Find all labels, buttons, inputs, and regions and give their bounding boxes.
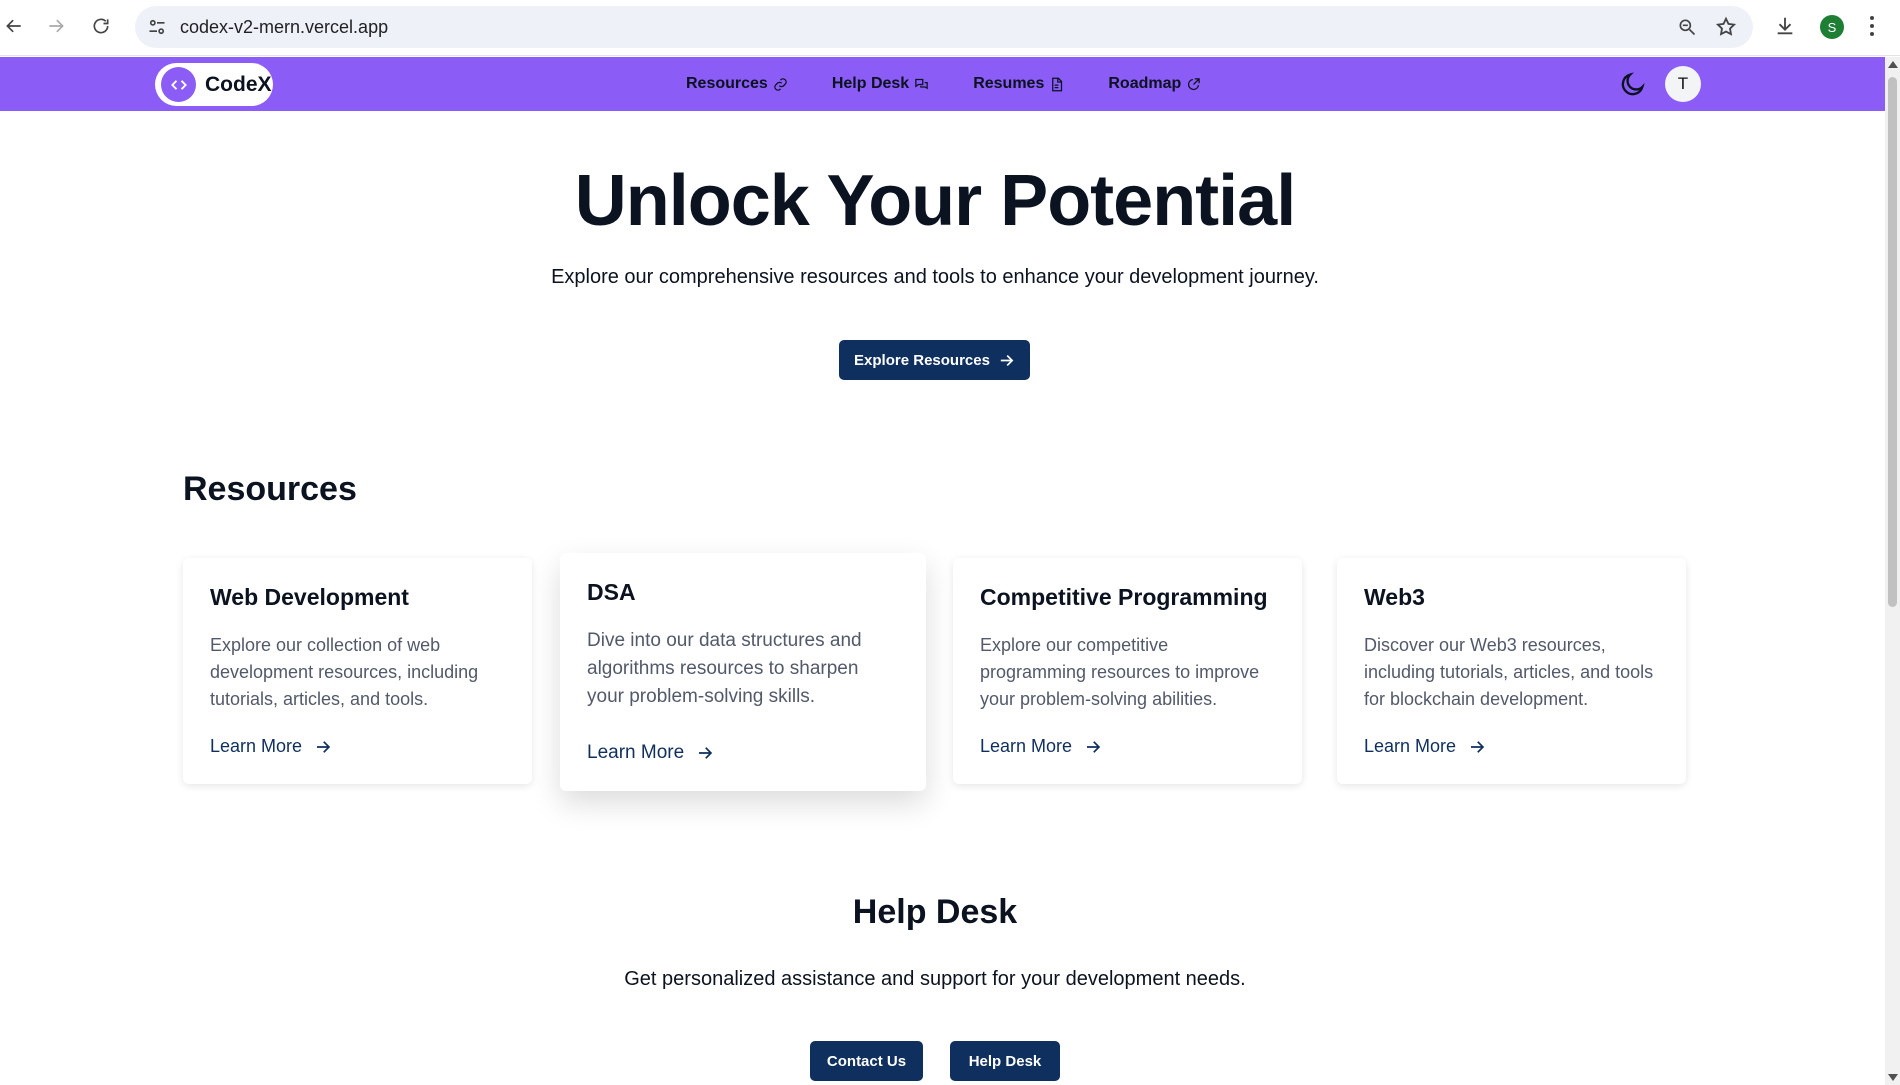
link-label: Learn More <box>210 736 303 756</box>
resource-card-web-development[interactable]: Web Development Explore our collection o… <box>183 558 532 784</box>
button-label: Explore Resources <box>854 351 990 369</box>
arrow-right-icon <box>699 747 713 759</box>
card-title: Web3 <box>1364 584 1425 610</box>
external-link-icon <box>1188 77 1201 90</box>
hero-title: Unlock Your Potential <box>574 161 1296 241</box>
resource-card-web3[interactable]: Web3 Discover our Web3 resources, includ… <box>1337 558 1686 784</box>
learn-more-link[interactable]: Learn More <box>587 742 714 764</box>
nav-link-label: Resumes <box>973 75 1045 92</box>
code-brackets-icon <box>161 67 196 102</box>
hero-subtitle: Explore our comprehensive resources and … <box>551 266 1319 288</box>
brand-name: CodeX <box>205 72 272 96</box>
moon-icon[interactable] <box>1619 70 1647 98</box>
nav-link-roadmap[interactable]: Roadmap <box>1108 75 1201 93</box>
nav-link-label: Resources <box>686 75 768 92</box>
nav-links: Resources Help Desk Resumes Roadmap <box>686 57 1201 111</box>
help-desk-heading: Help Desk <box>852 893 1018 931</box>
link-label: Learn More <box>1364 736 1457 756</box>
link-label: Learn More <box>980 736 1073 756</box>
zoom-icon[interactable] <box>1677 17 1697 37</box>
scrollbar-thumb[interactable] <box>1888 77 1897 607</box>
card-title: DSA <box>587 579 636 605</box>
link-icon <box>774 77 787 91</box>
card-description: Explore our competitive programming reso… <box>980 635 1260 709</box>
resource-card-competitive-programming[interactable]: Competitive Programming Explore our comp… <box>953 558 1302 784</box>
arrow-right-icon <box>1000 354 1014 366</box>
document-icon <box>1052 77 1063 91</box>
learn-more-link[interactable]: Learn More <box>980 736 1102 757</box>
nav-link-label: Help Desk <box>831 75 910 92</box>
browser-toolbar: codex-v2-mern.vercel.app S <box>0 0 1900 56</box>
back-arrow-icon[interactable] <box>0 12 28 40</box>
scroll-down-arrow-icon[interactable] <box>1888 1074 1898 1081</box>
learn-more-link[interactable]: Learn More <box>1364 736 1486 757</box>
profile-avatar[interactable]: S <box>1820 15 1844 39</box>
download-icon[interactable] <box>1774 15 1796 37</box>
arrow-right-icon <box>1471 740 1485 753</box>
resource-card-dsa[interactable]: DSA Dive into our data structures and al… <box>560 553 926 791</box>
bookmark-star-icon[interactable] <box>1715 16 1737 38</box>
page-scrollbar[interactable] <box>1885 57 1900 1085</box>
reload-icon[interactable] <box>87 12 115 40</box>
help-desk-button[interactable]: Help Desk <box>950 1041 1060 1081</box>
forward-arrow-icon[interactable] <box>42 12 70 40</box>
nav-link-label: Roadmap <box>1108 75 1182 92</box>
nav-link-resources[interactable]: Resources <box>686 75 788 93</box>
card-title: Competitive Programming <box>980 584 1268 610</box>
user-avatar[interactable]: T <box>1665 66 1701 102</box>
site-info-icon[interactable] <box>147 17 167 37</box>
arrow-right-icon <box>317 740 331 753</box>
link-label: Learn More <box>587 742 685 763</box>
arrow-right-icon <box>1087 740 1101 753</box>
contact-us-button[interactable]: Contact Us <box>810 1041 923 1081</box>
card-description: Discover our Web3 resources, including t… <box>1364 635 1654 709</box>
brand-logo[interactable]: CodeX <box>155 63 273 106</box>
kebab-menu-icon[interactable] <box>1868 15 1876 37</box>
nav-link-help-desk[interactable]: Help Desk <box>832 75 929 93</box>
messages-icon <box>915 78 928 89</box>
learn-more-link[interactable]: Learn More <box>210 736 332 757</box>
card-title: Web Development <box>210 584 409 610</box>
resources-heading: Resources <box>183 470 357 508</box>
card-description: Explore our collection of web developmen… <box>210 635 479 709</box>
nav-link-resumes[interactable]: Resumes <box>973 75 1064 93</box>
address-bar[interactable]: codex-v2-mern.vercel.app <box>135 6 1753 48</box>
site-navbar: CodeX Resources Help Desk Resumes Roadma… <box>0 57 1885 111</box>
scroll-up-arrow-icon[interactable] <box>1888 61 1898 68</box>
help-desk-subtitle: Get personalized assistance and support … <box>624 968 1246 990</box>
explore-resources-button[interactable]: Explore Resources <box>839 340 1030 380</box>
url-text[interactable]: codex-v2-mern.vercel.app <box>180 17 388 38</box>
card-description: Dive into our data structures and algori… <box>587 630 862 707</box>
